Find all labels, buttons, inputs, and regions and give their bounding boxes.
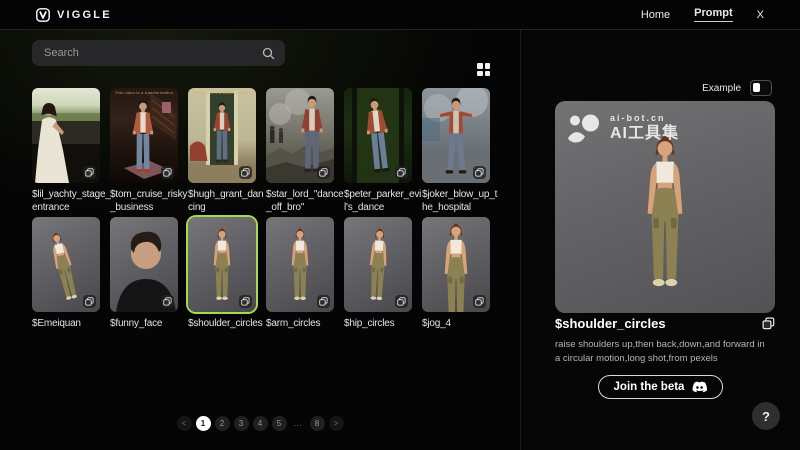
video-title: $jog_4 [422, 317, 502, 346]
gallery-item-selected[interactable]: $shoulder_circles [188, 217, 256, 346]
page-button-2[interactable]: 2 [215, 416, 230, 431]
video-title: $funny_face [110, 317, 190, 346]
template-description: raise shoulders up,then back,down,and fo… [555, 338, 769, 366]
template-detail-panel: Example ai-bot.cn AI工具集 $shoulder_circl [520, 30, 800, 450]
example-toggle-row: Example [702, 80, 772, 96]
gallery-item[interactable]: This video is a transformation $hugh_gra… [188, 88, 256, 217]
watermark-site: ai-bot.cn [610, 114, 679, 123]
viggle-logo-icon [36, 8, 50, 22]
top-bar: VIGGLE Home Prompt X [0, 0, 800, 30]
video-thumbnail[interactable] [32, 88, 100, 183]
copy-title-icon[interactable] [762, 317, 775, 330]
video-title: $star_lord_"dance_off_bro" [266, 188, 346, 217]
gallery-item[interactable]: $funny_face [110, 217, 178, 346]
template-browser: $lil_yachty_stage_entrance This video is… [0, 30, 520, 450]
template-grid: $lil_yachty_stage_entrance This video is… [32, 88, 490, 346]
gallery-item[interactable]: This video is a transformation $tom_crui… [110, 88, 178, 217]
gallery-item[interactable]: $joker_blow_up_the_hospital [422, 88, 490, 217]
viggle-app: VIGGLE Home Prompt X [0, 0, 800, 450]
page-button-4[interactable]: 4 [253, 416, 268, 431]
thumbnail-overlay-text: This video is a transformation [188, 90, 256, 95]
discord-icon [692, 381, 707, 393]
brand-name: VIGGLE [57, 9, 112, 21]
video-thumbnail[interactable]: This video is a transformation [188, 88, 256, 183]
help-button[interactable]: ? [752, 402, 780, 430]
page-button-1[interactable]: 1 [196, 416, 211, 431]
video-title: $arm_circles [266, 317, 346, 346]
preview-figure [626, 131, 704, 308]
video-thumbnail[interactable] [110, 217, 178, 312]
join-beta-label: Join the beta [614, 381, 685, 393]
template-title: $shoulder_circles [555, 316, 666, 331]
video-thumbnail[interactable] [32, 217, 100, 312]
gallery-item[interactable]: $jog_4 [422, 217, 490, 346]
video-thumbnail[interactable] [422, 217, 490, 312]
video-title: $shoulder_circles [188, 317, 268, 346]
video-title: $hugh_grant_dancing [188, 188, 268, 217]
copy-template-icon[interactable] [83, 295, 96, 308]
prev-page-button[interactable]: < [177, 416, 192, 431]
video-title: $Emeiquan [32, 317, 112, 346]
video-thumbnail[interactable] [422, 88, 490, 183]
watermark-logo-icon [566, 113, 602, 143]
main-nav: Home Prompt X [641, 7, 764, 22]
copy-template-icon[interactable] [317, 166, 330, 179]
video-thumbnail[interactable] [266, 88, 334, 183]
copy-template-icon[interactable] [473, 295, 486, 308]
video-title: $peter_parker_evil's_dance [344, 188, 424, 217]
copy-template-icon[interactable] [317, 295, 330, 308]
video-title: $tom_cruise_risky_business [110, 188, 190, 217]
brand[interactable]: VIGGLE [36, 8, 112, 22]
next-page-button[interactable]: > [329, 416, 344, 431]
toggle-knob [753, 83, 760, 93]
search-bar[interactable] [32, 40, 285, 66]
copy-template-icon[interactable] [161, 295, 174, 308]
video-title: $lil_yachty_stage_entrance [32, 188, 112, 217]
copy-template-icon[interactable] [395, 166, 408, 179]
preview-card[interactable]: ai-bot.cn AI工具集 [555, 101, 775, 313]
nav-item-prompt[interactable]: Prompt [694, 7, 733, 22]
page-button-5[interactable]: 5 [272, 416, 287, 431]
template-title-row: $shoulder_circles [555, 316, 775, 331]
gallery-item[interactable]: $lil_yachty_stage_entrance [32, 88, 100, 217]
copy-template-icon[interactable] [161, 166, 174, 179]
page-button-8[interactable]: 8 [310, 416, 325, 431]
gallery-item[interactable]: $peter_parker_evil's_dance [344, 88, 412, 217]
gallery-item[interactable]: $arm_circles [266, 217, 334, 346]
copy-template-icon[interactable] [239, 166, 252, 179]
video-thumbnail[interactable]: This video is a transformation [110, 88, 178, 183]
copy-template-icon[interactable] [83, 166, 96, 179]
nav-item-home[interactable]: Home [641, 9, 670, 21]
pagination: < 1 2 3 4 5 ... 8 > [0, 416, 520, 431]
gallery-item[interactable]: $hip_circles [344, 217, 412, 346]
page-button-3[interactable]: 3 [234, 416, 249, 431]
video-thumbnail-selected[interactable] [188, 217, 256, 312]
pagination-ellipsis: ... [291, 416, 306, 431]
video-title: $hip_circles [344, 317, 424, 346]
video-title: $joker_blow_up_the_hospital [422, 188, 502, 217]
search-input[interactable] [42, 46, 262, 60]
copy-template-icon[interactable] [395, 295, 408, 308]
video-thumbnail[interactable] [344, 88, 412, 183]
thumbnail-overlay-text: This video is a transformation [110, 90, 178, 95]
copy-template-icon[interactable] [473, 166, 486, 179]
video-thumbnail[interactable] [266, 217, 334, 312]
question-icon: ? [762, 409, 770, 424]
join-beta-button[interactable]: Join the beta [598, 375, 724, 399]
video-thumbnail[interactable] [344, 217, 412, 312]
gallery-item[interactable]: $star_lord_"dance_off_bro" [266, 88, 334, 217]
example-label: Example [702, 83, 741, 94]
grid-view-icon[interactable] [477, 63, 490, 76]
copy-template-icon[interactable] [239, 295, 252, 308]
gallery-item[interactable]: $Emeiquan [32, 217, 100, 346]
example-toggle[interactable] [750, 80, 772, 96]
nav-item-x[interactable]: X [757, 9, 764, 21]
search-icon [262, 47, 275, 60]
